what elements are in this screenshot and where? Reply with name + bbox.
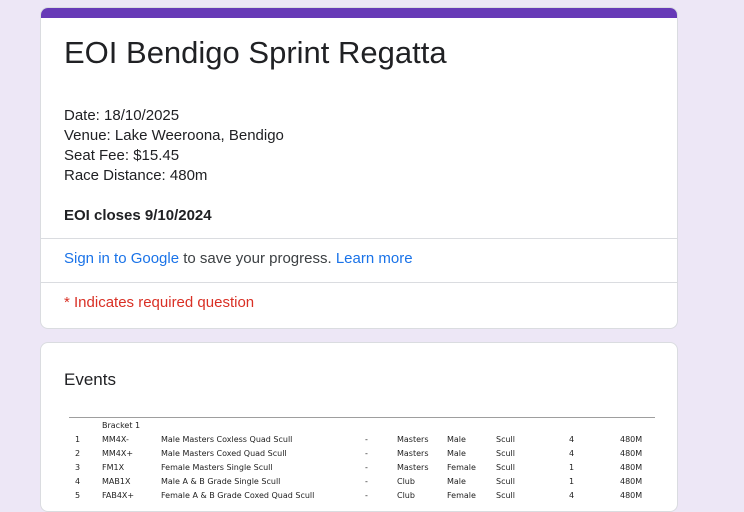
sign-in-link[interactable]: Sign in to Google	[64, 250, 179, 267]
event-name-cell: Male Masters Coxed Quad Scull	[161, 449, 287, 458]
form-description: Date: 18/10/2025 Venue: Lake Weeroona, B…	[64, 106, 284, 226]
event-distance-cell: 480M	[620, 463, 643, 472]
event-num-cell: 2	[75, 449, 81, 458]
event-row: 1 MM4X- Male Masters Coxless Quad Scull - Ma…	[69, 432, 655, 446]
events-title: Events	[64, 370, 116, 389]
description-venue: Venue: Lake Weeroona, Bendigo	[64, 127, 284, 144]
event-boat-cell: Scull	[496, 449, 515, 458]
form-header-card: EOI Bendigo Sprint Regatta Date: 18/10/2…	[40, 7, 678, 329]
description-seat-fee: Seat Fee: $15.45	[64, 147, 180, 164]
event-category-cell: Club	[397, 491, 415, 500]
event-dash-cell: -	[365, 477, 368, 486]
divider	[41, 282, 677, 283]
signin-middle-text: to save your progress.	[179, 250, 336, 267]
event-dash-cell: -	[365, 449, 368, 458]
event-distance-cell: 480M	[620, 477, 643, 486]
event-dash-cell: -	[365, 491, 368, 500]
event-dash-cell: -	[365, 463, 368, 472]
event-category-cell: Masters	[397, 435, 429, 444]
event-distance-cell: 480M	[620, 491, 643, 500]
event-seats-cell: 1	[569, 463, 575, 472]
event-distance-cell: 480M	[620, 449, 643, 458]
required-notice: * Indicates required question	[64, 294, 255, 311]
event-row: 3 FM1X Female Masters Single Scull - Masters…	[69, 460, 655, 474]
event-gender-cell: Female	[447, 491, 476, 500]
form-title: EOI Bendigo Sprint Regatta	[64, 35, 447, 70]
signin-prompt: Sign in to Google to save your progress.…	[64, 250, 413, 267]
events-card: Events Bracket 1 1 MM4X- Male Masters Coxl…	[40, 342, 678, 512]
event-name-cell: Male A & B Grade Single Scull	[161, 477, 281, 486]
event-category-cell: Club	[397, 477, 415, 486]
event-dash-cell: -	[365, 435, 368, 444]
event-code-cell: FM1X	[102, 463, 125, 472]
event-code-cell: MM4X-	[102, 435, 129, 444]
event-category-cell: Masters	[397, 449, 429, 458]
learn-more-link[interactable]: Learn more	[336, 250, 413, 267]
event-code-cell: MAB1X	[102, 477, 131, 486]
event-seats-cell: 4	[569, 435, 575, 444]
event-gender-cell: Male	[447, 477, 466, 486]
event-name-cell: Male Masters Coxless Quad Scull	[161, 435, 293, 444]
event-boat-cell: Scull	[496, 477, 515, 486]
event-code-cell: FAB4X+	[102, 491, 135, 500]
event-category-cell: Masters	[397, 463, 429, 472]
event-row: 4 MAB1X Male A & B Grade Single Scull - Club…	[69, 474, 655, 488]
event-gender-cell: Male	[447, 435, 466, 444]
event-num-cell: 5	[75, 491, 81, 500]
event-distance-cell: 480M	[620, 435, 643, 444]
event-gender-cell: Female	[447, 463, 476, 472]
event-name-cell: Female Masters Single Scull	[161, 463, 273, 472]
bracket-row: Bracket 1	[69, 418, 655, 432]
event-gender-cell: Male	[447, 449, 466, 458]
event-num-cell: 1	[75, 435, 81, 444]
bracket-label: Bracket 1	[102, 421, 141, 430]
eoi-closing-note: EOI closes 9/10/2024	[64, 207, 212, 224]
divider	[41, 238, 677, 239]
description-date: Date: 18/10/2025	[64, 107, 180, 124]
event-row: 2 MM4X+ Male Masters Coxed Quad Scull - Mast…	[69, 446, 655, 460]
event-name-cell: Female A & B Grade Coxed Quad Scull	[161, 491, 315, 500]
form-accent-bar	[41, 8, 677, 18]
event-boat-cell: Scull	[496, 435, 515, 444]
event-boat-cell: Scull	[496, 463, 515, 472]
event-row: 5 FAB4X+ Female A & B Grade Coxed Quad Scu…	[69, 488, 655, 502]
description-race-distance: Race Distance: 480m	[64, 167, 208, 184]
event-num-cell: 4	[75, 477, 81, 486]
event-num-cell: 3	[75, 463, 81, 472]
event-seats-cell: 1	[569, 477, 575, 486]
event-seats-cell: 4	[569, 449, 575, 458]
event-boat-cell: Scull	[496, 491, 515, 500]
events-table-image: Bracket 1 1 MM4X- Male Masters Coxless Qua…	[69, 417, 655, 502]
event-seats-cell: 4	[569, 491, 575, 500]
event-code-cell: MM4X+	[102, 449, 134, 458]
